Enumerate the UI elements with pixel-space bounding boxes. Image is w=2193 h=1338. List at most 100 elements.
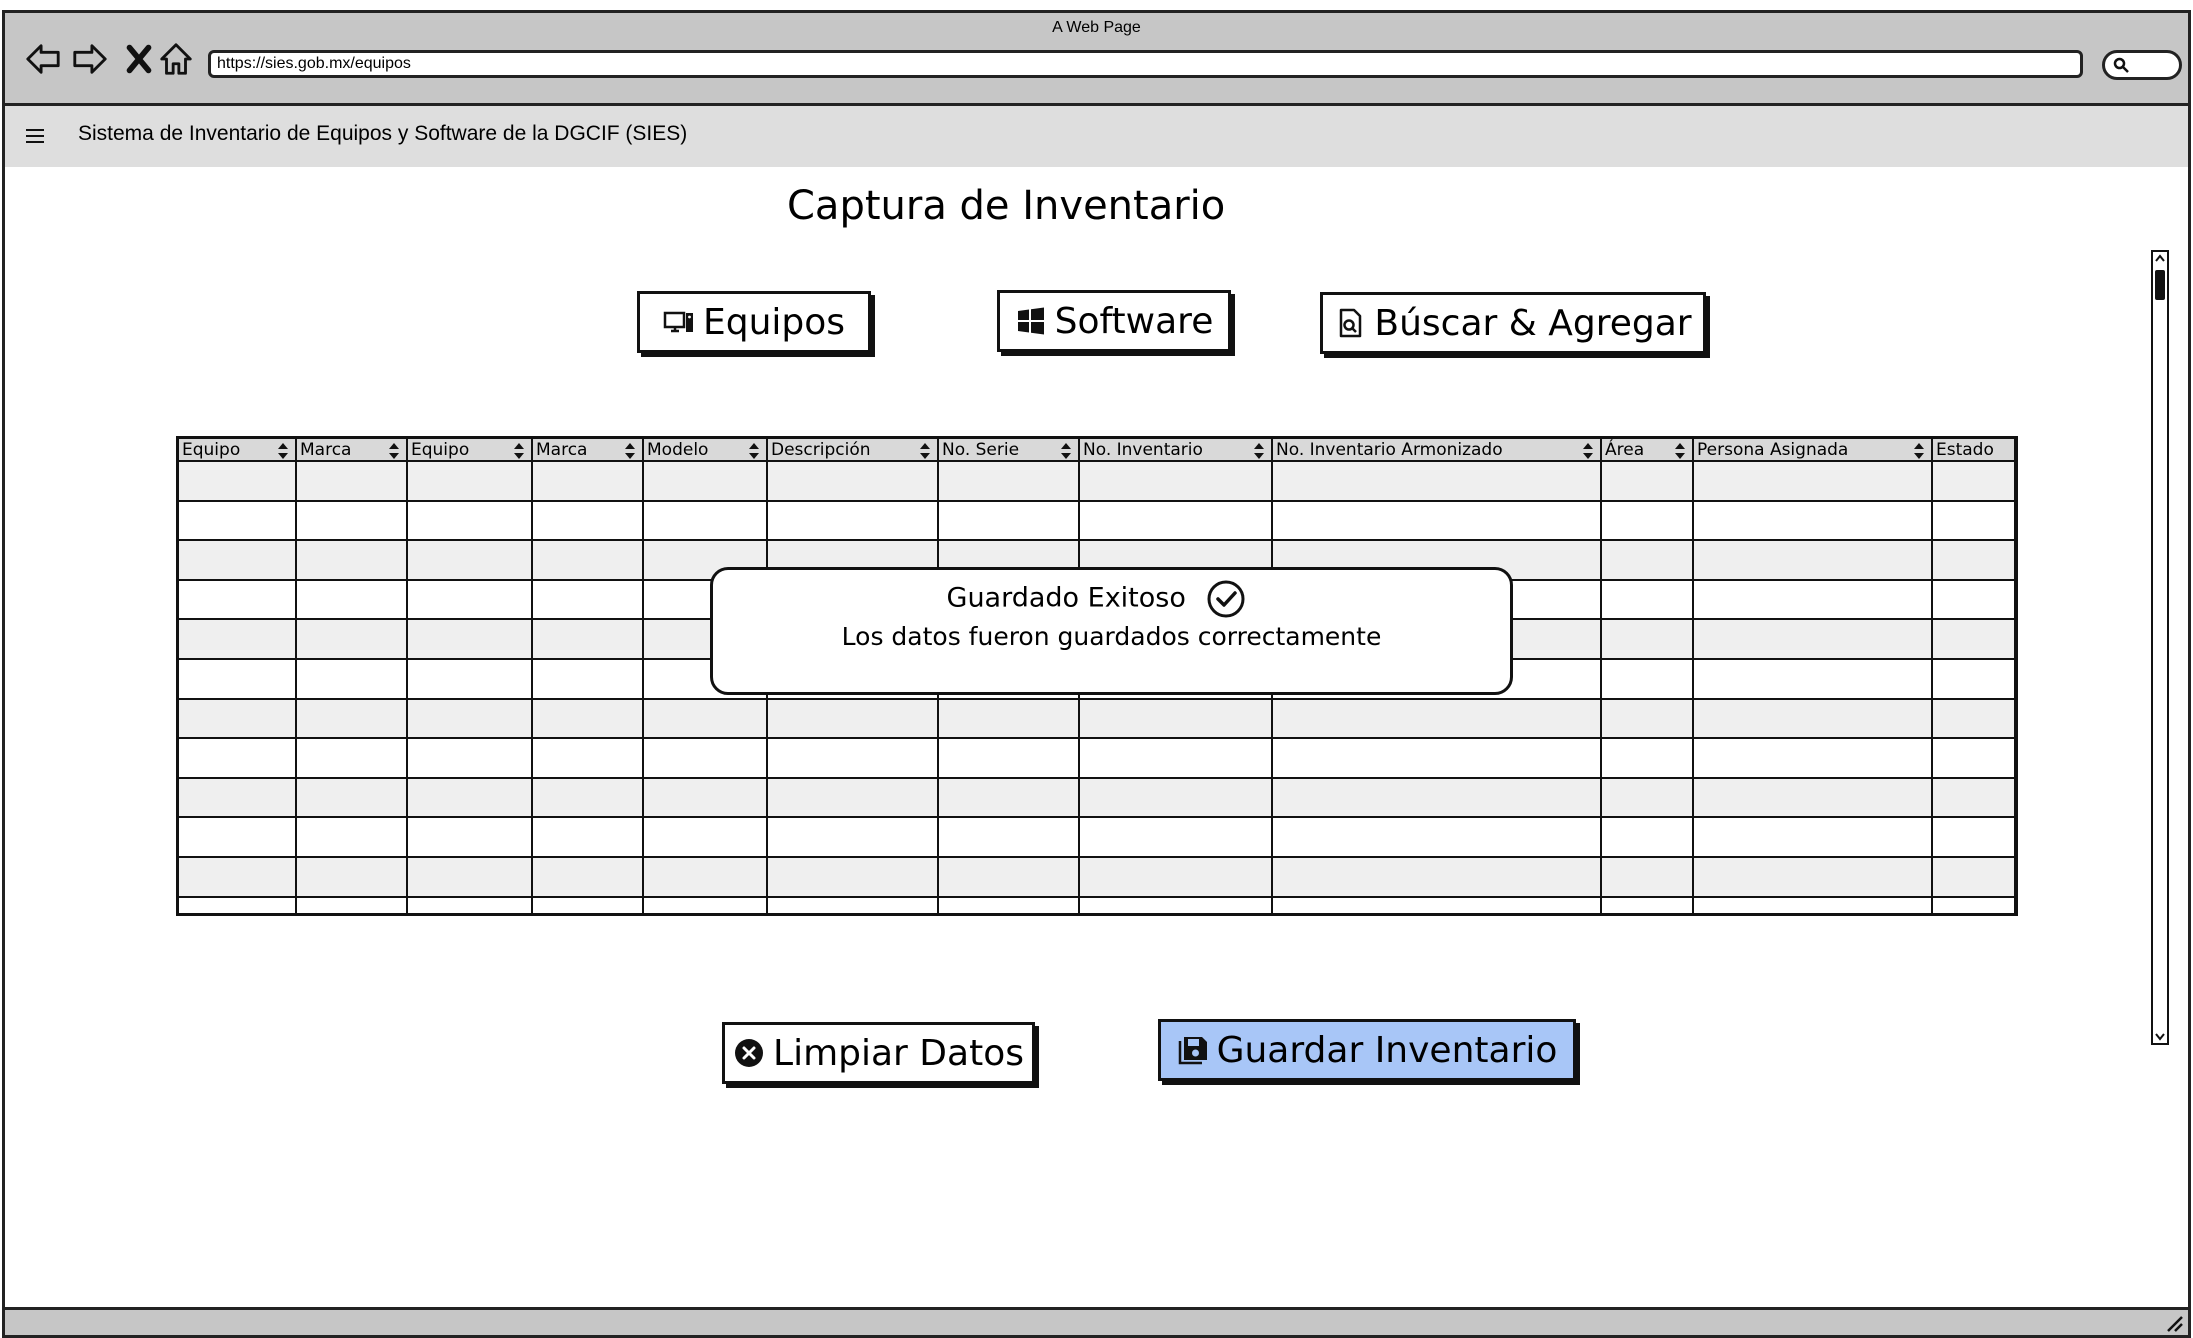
table-cell[interactable]	[296, 540, 408, 581]
table-cell[interactable]	[1693, 817, 1933, 858]
table-cell[interactable]	[296, 461, 408, 502]
table-cell[interactable]	[532, 658, 644, 700]
table-cell[interactable]	[296, 817, 408, 858]
table-cell[interactable]	[179, 619, 297, 660]
table-cell[interactable]	[1272, 777, 1602, 819]
table-cell[interactable]	[1272, 738, 1602, 779]
table-cell[interactable]	[643, 896, 768, 913]
table-cell[interactable]	[938, 777, 1080, 819]
table-cell[interactable]	[1601, 619, 1694, 660]
table-cell[interactable]	[767, 856, 939, 898]
menu-icon[interactable]	[25, 126, 45, 146]
table-cell[interactable]	[1272, 500, 1602, 542]
table-cell[interactable]	[1693, 896, 1933, 913]
table-cell[interactable]	[643, 500, 768, 542]
table-cell[interactable]	[1932, 817, 2015, 858]
table-cell[interactable]	[767, 500, 939, 542]
table-row[interactable]	[179, 896, 2015, 913]
table-cell[interactable]	[1932, 738, 2015, 779]
table-cell[interactable]	[179, 777, 297, 819]
column-header[interactable]: Equipo	[179, 439, 297, 462]
table-cell[interactable]	[1079, 698, 1273, 740]
column-header[interactable]: No. Inventario	[1079, 439, 1273, 462]
table-cell[interactable]	[532, 856, 644, 898]
table-cell[interactable]	[1079, 777, 1273, 819]
table-row[interactable]	[179, 461, 2015, 502]
table-cell[interactable]	[1272, 461, 1602, 502]
table-cell[interactable]	[407, 619, 533, 660]
table-cell[interactable]	[1693, 777, 1933, 819]
table-cell[interactable]	[1601, 856, 1694, 898]
table-cell[interactable]	[1693, 461, 1933, 502]
table-cell[interactable]	[767, 738, 939, 779]
tab-software[interactable]: Software	[997, 290, 1231, 352]
table-cell[interactable]	[296, 738, 408, 779]
table-cell[interactable]	[1272, 698, 1602, 740]
table-row[interactable]	[179, 777, 2015, 819]
table-cell[interactable]	[532, 817, 644, 858]
table-cell[interactable]	[1693, 540, 1933, 581]
home-icon[interactable]	[155, 37, 197, 81]
column-header[interactable]: Estado	[1932, 439, 2015, 462]
table-row[interactable]	[179, 500, 2015, 542]
stop-icon[interactable]	[118, 37, 160, 81]
table-cell[interactable]	[1079, 896, 1273, 913]
table-cell[interactable]	[532, 738, 644, 779]
table-cell[interactable]	[1272, 896, 1602, 913]
table-cell[interactable]	[179, 461, 297, 502]
sort-icon[interactable]	[388, 442, 400, 460]
table-row[interactable]	[179, 698, 2015, 740]
tab-buscar-agregar[interactable]: Búscar & Agregar	[1320, 292, 1706, 354]
table-cell[interactable]	[767, 461, 939, 502]
sort-icon[interactable]	[919, 442, 931, 460]
table-cell[interactable]	[1601, 500, 1694, 542]
resize-grip-icon[interactable]	[2164, 1313, 2184, 1333]
table-cell[interactable]	[407, 856, 533, 898]
table-cell[interactable]	[179, 658, 297, 700]
table-cell[interactable]	[1079, 856, 1273, 898]
table-cell[interactable]	[1693, 579, 1933, 621]
tab-equipos[interactable]: Equipos	[637, 291, 871, 353]
table-cell[interactable]	[179, 856, 297, 898]
table-cell[interactable]	[407, 738, 533, 779]
back-icon[interactable]	[22, 37, 64, 81]
table-cell[interactable]	[1693, 738, 1933, 779]
table-cell[interactable]	[179, 817, 297, 858]
column-header[interactable]: No. Inventario Armonizado	[1272, 439, 1602, 462]
table-cell[interactable]	[643, 856, 768, 898]
table-cell[interactable]	[938, 896, 1080, 913]
sort-icon[interactable]	[277, 442, 289, 460]
table-cell[interactable]	[1693, 698, 1933, 740]
table-cell[interactable]	[1932, 658, 2015, 700]
table-cell[interactable]	[296, 896, 408, 913]
table-cell[interactable]	[296, 579, 408, 621]
table-cell[interactable]	[767, 896, 939, 913]
table-cell[interactable]	[532, 579, 644, 621]
table-cell[interactable]	[1932, 777, 2015, 819]
table-cell[interactable]	[1079, 817, 1273, 858]
table-cell[interactable]	[1079, 738, 1273, 779]
table-cell[interactable]	[407, 698, 533, 740]
forward-icon[interactable]	[69, 37, 111, 81]
table-row[interactable]	[179, 738, 2015, 779]
table-cell[interactable]	[1932, 579, 2015, 621]
scroll-down-icon[interactable]	[2153, 1029, 2167, 1043]
table-cell[interactable]	[179, 738, 297, 779]
table-cell[interactable]	[296, 619, 408, 660]
table-cell[interactable]	[1272, 856, 1602, 898]
table-cell[interactable]	[532, 540, 644, 581]
table-cell[interactable]	[1601, 540, 1694, 581]
sort-icon[interactable]	[1253, 442, 1265, 460]
column-header[interactable]: Modelo	[643, 439, 768, 462]
table-cell[interactable]	[938, 461, 1080, 502]
table-cell[interactable]	[938, 856, 1080, 898]
table-cell[interactable]	[407, 579, 533, 621]
table-cell[interactable]	[407, 540, 533, 581]
sort-icon[interactable]	[1060, 442, 1072, 460]
table-cell[interactable]	[938, 738, 1080, 779]
scroll-up-icon[interactable]	[2153, 252, 2167, 266]
table-cell[interactable]	[1079, 461, 1273, 502]
table-cell[interactable]	[532, 777, 644, 819]
save-inventory-button[interactable]: Guardar Inventario	[1158, 1019, 1576, 1081]
table-cell[interactable]	[296, 777, 408, 819]
